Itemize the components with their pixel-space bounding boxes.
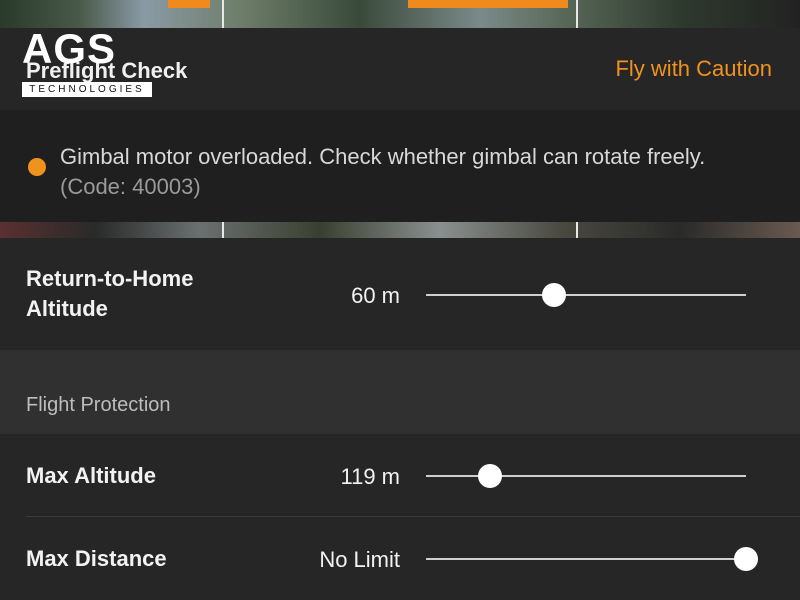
flight-status-badge[interactable]: Fly with Caution bbox=[615, 56, 772, 82]
rth-altitude-slider-thumb[interactable] bbox=[542, 283, 566, 307]
warning-dot-icon bbox=[28, 158, 46, 176]
warning-text: Gimbal motor overloaded. Check whether g… bbox=[60, 144, 706, 169]
row-divider bbox=[26, 516, 800, 517]
warning-code: (Code: 40003) bbox=[60, 174, 201, 199]
max-distance-slider-thumb[interactable] bbox=[734, 547, 758, 571]
feed-indicator-a bbox=[168, 0, 210, 8]
camera-feed-top bbox=[0, 0, 800, 28]
rth-altitude-value: 60 m bbox=[351, 283, 400, 308]
max-altitude-label: Max Altitude bbox=[26, 463, 156, 488]
rth-altitude-label-line2: Altitude bbox=[26, 296, 108, 321]
flight-protection-section: Flight Protection bbox=[0, 350, 800, 434]
rth-altitude-slider[interactable] bbox=[426, 283, 746, 307]
rth-altitude-row: Return-to-Home Altitude 60 m bbox=[0, 238, 800, 350]
warning-message: Gimbal motor overloaded. Check whether g… bbox=[60, 142, 760, 202]
settings-panel: Return-to-Home Altitude 60 m Flight Prot… bbox=[0, 238, 800, 600]
warning-panel: Gimbal motor overloaded. Check whether g… bbox=[0, 110, 800, 222]
grid-line bbox=[576, 222, 578, 238]
rth-altitude-label: Return-to-Home Altitude bbox=[26, 264, 193, 324]
max-distance-value: No Limit bbox=[319, 547, 400, 572]
max-altitude-value: 119 m bbox=[340, 464, 400, 489]
grid-line bbox=[576, 0, 578, 28]
app-screen: Preflight Check Fly with Caution AGS TEC… bbox=[0, 0, 800, 600]
max-altitude-slider-thumb[interactable] bbox=[478, 464, 502, 488]
section-title: Flight Protection bbox=[26, 394, 171, 416]
feed-indicator-b bbox=[408, 0, 568, 8]
ags-logo: AGS TECHNOLOGIES bbox=[22, 26, 154, 98]
camera-feed-strip bbox=[0, 222, 800, 238]
logo-subtitle: TECHNOLOGIES bbox=[22, 82, 152, 97]
grid-line bbox=[222, 222, 224, 238]
grid-line bbox=[222, 0, 224, 28]
rth-altitude-label-line1: Return-to-Home bbox=[26, 266, 194, 291]
max-distance-label: Max Distance bbox=[26, 546, 167, 571]
max-distance-slider[interactable] bbox=[426, 547, 758, 571]
logo-mark: AGS bbox=[22, 25, 117, 72]
max-altitude-slider[interactable] bbox=[426, 464, 746, 488]
